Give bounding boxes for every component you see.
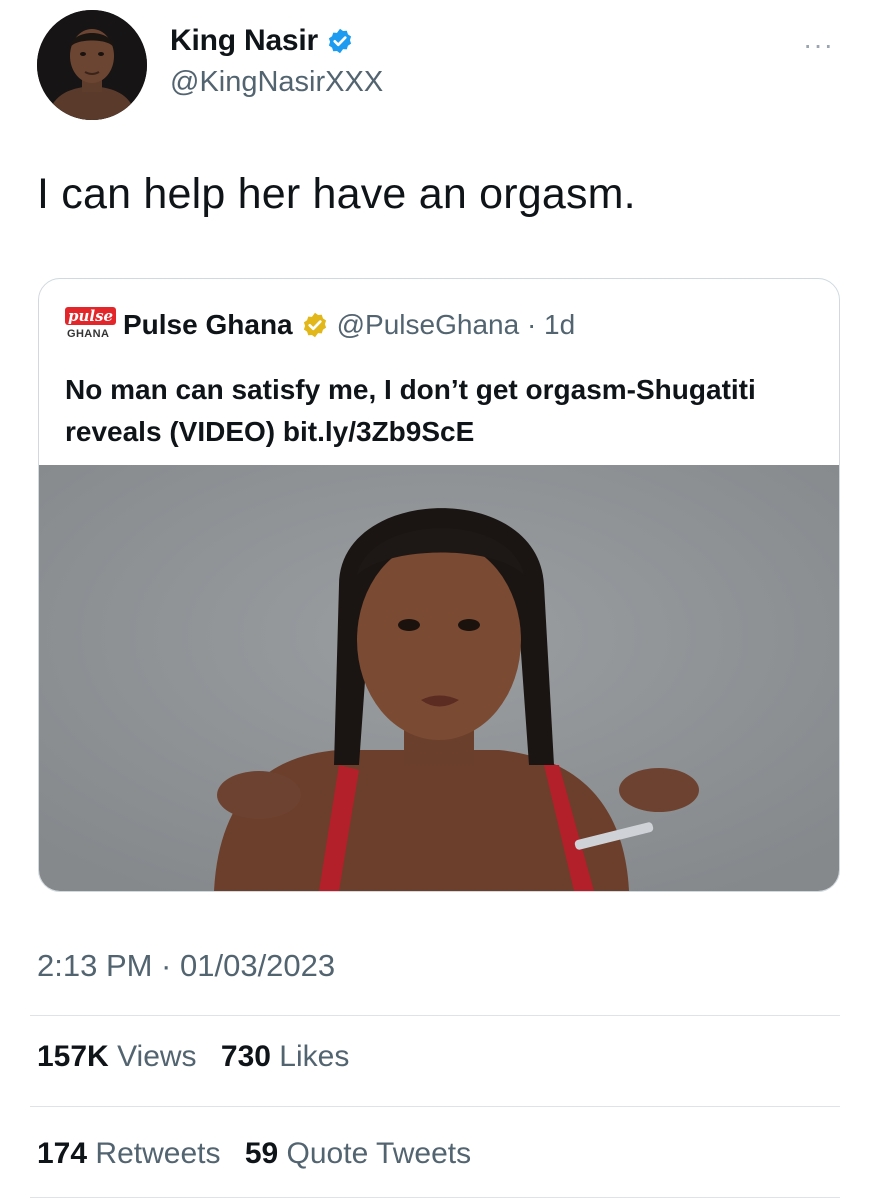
pulse-logo-sub: GHANA bbox=[67, 328, 110, 340]
quoted-tweet-text: No man can satisfy me, I don’t get orgas… bbox=[65, 374, 756, 447]
divider bbox=[30, 1015, 840, 1016]
tweet-text: I can help her have an orgasm. bbox=[37, 170, 636, 218]
author-display-name[interactable]: King Nasir bbox=[170, 24, 318, 58]
divider bbox=[30, 1106, 840, 1107]
more-options-icon[interactable]: ··· bbox=[803, 31, 834, 59]
views-count: 157K bbox=[37, 1040, 109, 1073]
retweets-count[interactable]: 174 bbox=[37, 1137, 87, 1170]
likes-label[interactable]: Likes bbox=[279, 1040, 349, 1073]
likes-count[interactable]: 730 bbox=[221, 1040, 271, 1073]
quote-tweets-count[interactable]: 59 bbox=[245, 1137, 278, 1170]
author-avatar[interactable] bbox=[37, 10, 147, 120]
pulse-logo-word: pulse bbox=[65, 307, 117, 325]
quote-tweets-label[interactable]: Quote Tweets bbox=[287, 1137, 472, 1170]
verified-badge-icon bbox=[328, 28, 352, 54]
tweet-timestamp[interactable]: 2:13 PM · 01/03/2023 bbox=[37, 948, 335, 984]
author-name-row[interactable]: King Nasir bbox=[170, 24, 354, 58]
quoted-tweet-image[interactable] bbox=[39, 465, 839, 891]
views-label: Views bbox=[117, 1040, 197, 1073]
quoted-tweet-header: pulse GHANA Pulse Ghana @PulseGhana · 1d bbox=[65, 305, 575, 345]
quoted-display-name[interactable]: Pulse Ghana bbox=[123, 309, 293, 341]
gold-verified-badge-icon bbox=[303, 312, 326, 338]
views-likes-row: 157K Views 730 Likes bbox=[37, 1040, 349, 1074]
author-handle[interactable]: @KingNasirXXX bbox=[170, 66, 383, 99]
avatar-portrait bbox=[37, 10, 147, 120]
quoted-tweet-card[interactable]: pulse GHANA Pulse Ghana @PulseGhana · 1d… bbox=[38, 278, 840, 892]
pulse-ghana-logo[interactable]: pulse GHANA bbox=[65, 305, 117, 345]
retweets-label[interactable]: Retweets bbox=[95, 1137, 220, 1170]
quoted-handle-time[interactable]: @PulseGhana · 1d bbox=[337, 309, 576, 341]
divider bbox=[30, 1197, 840, 1198]
retweets-quotes-row: 174 Retweets 59 Quote Tweets bbox=[37, 1137, 471, 1171]
